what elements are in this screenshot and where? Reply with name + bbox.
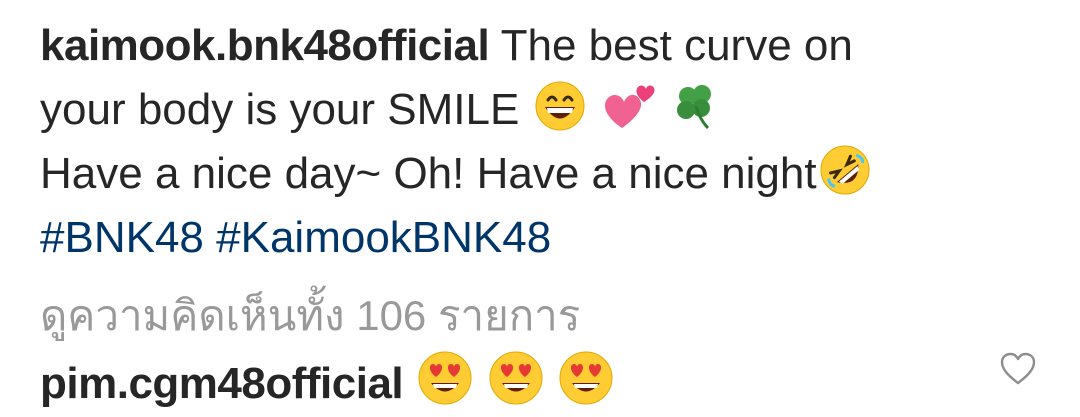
caption-line-2: your body is your SMILE — [40, 78, 1000, 142]
view-all-comments-link[interactable]: ดูความคิดเห็นทั้ง 106 รายการ — [40, 286, 580, 346]
heart-eyes-emoji-icon — [418, 351, 472, 405]
caption-text-1: The best curve on — [500, 21, 853, 70]
caption-line-1: kaimook.bnk48official The best curve on — [40, 14, 1000, 78]
grinning-face-emoji-icon — [535, 81, 585, 131]
hashtag-link[interactable]: #KaimookBNK48 — [216, 213, 551, 262]
four-leaf-clover-emoji-icon — [677, 85, 712, 130]
post-caption: kaimook.bnk48official The best curve on … — [40, 14, 1000, 270]
heart-outline-icon[interactable] — [1000, 352, 1036, 386]
heart-eyes-emoji-icon — [489, 351, 543, 405]
rolling-on-floor-laughing-emoji-icon — [820, 145, 870, 195]
post-author-username[interactable]: kaimook.bnk48official — [40, 21, 490, 70]
caption-line-3: Have a nice day~ Oh! Have a nice night — [40, 142, 1000, 206]
caption-text-3: Have a nice day~ Oh! Have a nice night — [40, 149, 817, 198]
caption-hashtags: #BNK48 #KaimookBNK48 — [40, 206, 1000, 270]
caption-text-2: your body is your SMILE — [40, 85, 520, 134]
comment-author-username[interactable]: pim.cgm48official — [40, 359, 404, 408]
comment-row: pim.cgm48official — [40, 350, 614, 416]
two-hearts-emoji-icon — [604, 85, 655, 128]
hashtag-link[interactable]: #BNK48 — [40, 213, 204, 262]
heart-eyes-emoji-icon — [559, 351, 613, 405]
